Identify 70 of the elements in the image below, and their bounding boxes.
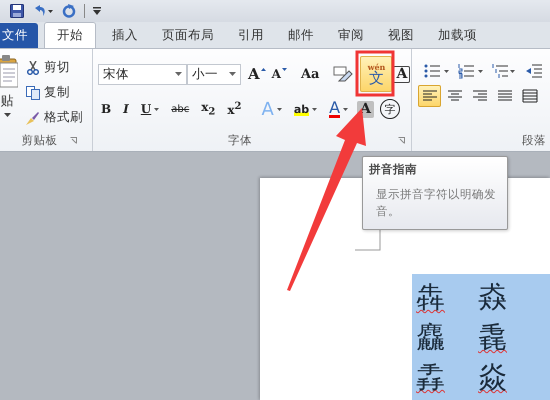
change-case-button[interactable]: Aa xyxy=(298,63,322,85)
caret-icon xyxy=(343,108,348,110)
ribbon-tab[interactable]: 页面布局 xyxy=(150,23,226,48)
file-tab[interactable]: 文件 xyxy=(0,23,38,48)
customize-dropdown-icon[interactable] xyxy=(93,6,101,16)
paintbrush-icon xyxy=(26,110,40,124)
ribbon-tab[interactable]: 邮件 xyxy=(276,23,326,48)
down-triangle-icon xyxy=(282,68,287,70)
caret-icon xyxy=(276,108,282,110)
ribbon-tab[interactable]: 视图 xyxy=(376,23,426,48)
phonetic-guide-button[interactable]: wén 文 xyxy=(360,56,392,92)
save-icon[interactable] xyxy=(10,4,24,18)
align-distributed-icon xyxy=(522,89,538,103)
scissors-icon xyxy=(26,60,40,74)
multilevel-list-icon[interactable] xyxy=(492,63,518,79)
group-label: 剪贴板 xyxy=(22,132,58,148)
highlight-button[interactable]: ab xyxy=(290,98,320,120)
caret-icon xyxy=(154,108,160,110)
align-left-button[interactable] xyxy=(418,85,441,107)
highlight-frame xyxy=(356,50,394,96)
bold-button[interactable]: B xyxy=(98,98,114,120)
clipboard-icon[interactable] xyxy=(0,55,18,89)
character-border-button[interactable]: A xyxy=(393,66,410,82)
caret-icon xyxy=(312,108,318,110)
align-justify-icon xyxy=(496,89,512,103)
subscript-button[interactable]: x$_{2}$ xyxy=(198,98,218,120)
strikethrough-button[interactable]: abc xyxy=(168,98,192,120)
align-right-icon xyxy=(472,89,488,103)
document-character: 掱 xyxy=(416,359,445,396)
cut-button[interactable]: 剪切 xyxy=(24,57,85,78)
superscript-button[interactable]: x$^{2}$ xyxy=(224,98,244,120)
document-character: 犇 xyxy=(416,279,445,316)
redo-icon[interactable] xyxy=(62,4,76,18)
font-color-button[interactable]: A xyxy=(326,98,352,120)
copy-button[interactable]: 复制 xyxy=(24,82,85,103)
font-name-dropdown[interactable]: 宋体 xyxy=(98,64,187,84)
tooltip-title: 拼音指南 xyxy=(369,162,418,177)
bullet-list-icon[interactable] xyxy=(424,63,450,79)
grow-font-button[interactable]: A xyxy=(245,63,269,85)
shrink-font-button[interactable]: A xyxy=(268,63,290,85)
underline-button[interactable]: U xyxy=(138,98,162,120)
font-size-dropdown[interactable]: 小一 xyxy=(187,64,241,84)
dropdown-arrow-icon[interactable] xyxy=(4,113,10,117)
eraser-icon xyxy=(333,65,354,83)
decrease-indent-icon[interactable] xyxy=(526,63,542,79)
ribbon-tab[interactable]: 开始 xyxy=(44,22,96,48)
brush-button[interactable]: 格式刷 xyxy=(24,107,85,128)
dialog-launcher-icon[interactable] xyxy=(70,136,76,144)
ribbon-tab[interactable]: 审阅 xyxy=(326,23,376,48)
dialog-launcher-icon[interactable] xyxy=(398,136,405,144)
copy-icon xyxy=(26,86,40,100)
document-character: 麤 xyxy=(416,319,445,356)
group-label: 字体 xyxy=(228,132,252,148)
group-label: 段落 xyxy=(522,132,546,148)
document-character: 焱 xyxy=(478,359,507,396)
caret-icon xyxy=(175,72,182,76)
enclose-characters-button[interactable]: 字 xyxy=(380,99,400,119)
align-center-icon xyxy=(446,89,462,103)
paste-label[interactable]: 贴 xyxy=(0,92,14,110)
ribbon-tab[interactable]: 插入 xyxy=(100,23,150,48)
tooltip-description: 显示拼音字符以明确发音。 xyxy=(376,186,497,220)
italic-button[interactable]: I xyxy=(120,98,132,120)
document-character: 毳 xyxy=(478,319,507,356)
ribbon-tab[interactable]: 引用 xyxy=(226,23,276,48)
document-character: 猋 xyxy=(478,279,507,316)
caret-icon xyxy=(229,72,236,76)
align-left-icon xyxy=(422,89,438,103)
numbered-list-icon[interactable] xyxy=(458,63,484,79)
up-triangle-icon xyxy=(260,68,266,70)
ribbon-tab[interactable]: 加载项 xyxy=(426,23,489,48)
